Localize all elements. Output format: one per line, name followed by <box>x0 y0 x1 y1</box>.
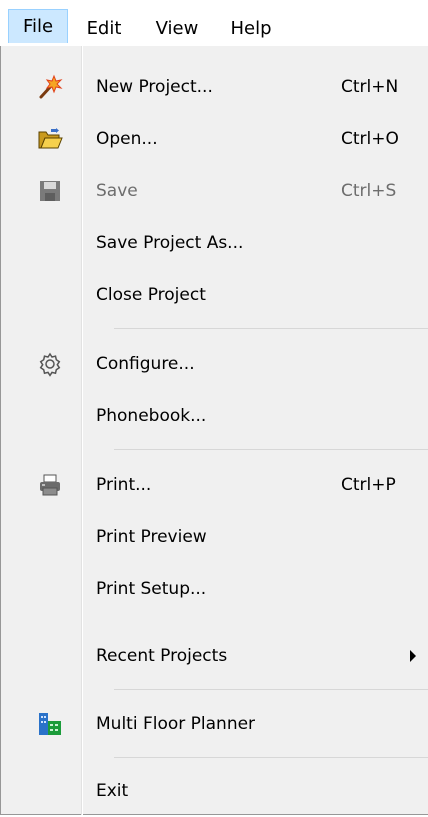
menu-item-label: Configure... <box>96 354 195 374</box>
menu-item-print-preview[interactable]: Print Preview <box>1 511 428 563</box>
gear-icon <box>37 351 63 377</box>
building-icon <box>37 711 63 737</box>
menu-help[interactable]: Help <box>226 12 276 46</box>
menu-item-label: Print Setup... <box>96 579 207 599</box>
menu-item-label: Print Preview <box>96 527 207 547</box>
menu-item-label: New Project... <box>96 77 213 97</box>
menu-item-label: Open... <box>96 129 158 149</box>
menu-item-shortcut: Ctrl+P <box>341 475 396 495</box>
menu-item-label: Exit <box>96 781 129 801</box>
menu-view[interactable]: View <box>149 12 205 46</box>
menu-item-close-project[interactable]: Close Project <box>1 269 428 321</box>
menu-edit[interactable]: Edit <box>80 12 128 46</box>
submenu-arrow-icon <box>410 650 416 662</box>
menu-item-configure[interactable]: Configure... <box>1 338 428 390</box>
menu-separator <box>114 328 428 329</box>
menu-item-label: Recent Projects <box>96 646 228 666</box>
save-disk-icon <box>37 178 63 204</box>
menu-item-shortcut: Ctrl+O <box>341 129 399 149</box>
file-menu-dropdown: New Project... Ctrl+N Open... Ctrl+O Sav… <box>0 46 428 815</box>
menu-item-print-setup[interactable]: Print Setup... <box>1 563 428 615</box>
menu-bar: File Edit View Help <box>0 0 428 46</box>
open-folder-icon <box>37 126 63 152</box>
wand-icon <box>37 74 63 100</box>
menu-separator <box>114 689 428 690</box>
menu-item-save-project-as[interactable]: Save Project As... <box>1 217 428 269</box>
printer-icon <box>37 472 63 498</box>
menu-item-label: Save <box>96 181 138 201</box>
menu-item-label: Close Project <box>96 285 206 305</box>
menu-item-exit[interactable]: Exit <box>1 765 428 817</box>
menu-item-label: Phonebook... <box>96 406 207 426</box>
menu-separator <box>114 757 428 758</box>
menu-file[interactable]: File <box>8 9 68 43</box>
menu-item-print[interactable]: Print... Ctrl+P <box>1 459 428 511</box>
menu-item-multi-floor-planner[interactable]: Multi Floor Planner <box>1 698 428 750</box>
menu-item-label: Multi Floor Planner <box>96 714 256 734</box>
menu-item-recent-projects[interactable]: Recent Projects <box>1 630 428 682</box>
menu-item-open[interactable]: Open... Ctrl+O <box>1 113 428 165</box>
menu-item-phonebook[interactable]: Phonebook... <box>1 390 428 442</box>
menu-item-label: Print... <box>96 475 152 495</box>
menu-item-new-project[interactable]: New Project... Ctrl+N <box>1 61 428 113</box>
menu-item-shortcut: Ctrl+S <box>341 181 397 201</box>
menu-item-shortcut: Ctrl+N <box>341 77 399 97</box>
menu-item-label: Save Project As... <box>96 233 244 253</box>
menu-separator <box>114 449 428 450</box>
menu-item-save[interactable]: Save Ctrl+S <box>1 165 428 217</box>
